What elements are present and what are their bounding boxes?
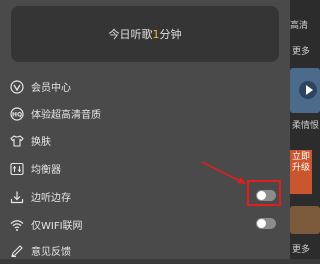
- side-drawer: 今日听歌1分钟 会员中心 HQ 体验超高清音质 换肤 均衡器 边听边存 仅WIF…: [0, 0, 290, 259]
- menu-item-vip-center[interactable]: 会员中心: [0, 74, 290, 100]
- menu-item-feedback[interactable]: 意见反馈: [0, 238, 290, 264]
- listen-minutes: 1: [152, 28, 160, 41]
- download-icon: [10, 189, 24, 204]
- listen-time-text: 今日听歌1分钟: [11, 26, 279, 42]
- bg-text-song: 柔情恨: [292, 121, 320, 131]
- promo-badge[interactable]: 立即升级: [290, 150, 312, 194]
- toggle-knob: [257, 219, 266, 228]
- background-app-panel: 高清 更多 柔情恨 立即升级 更多: [290, 0, 320, 259]
- wifi-only-toggle[interactable]: [256, 218, 276, 229]
- menu-item-hq-audio[interactable]: HQ 体验超高清音质: [0, 101, 290, 127]
- bg-text-more-2[interactable]: 更多: [292, 242, 310, 255]
- menu-item-skin[interactable]: 换肤: [0, 128, 290, 154]
- menu-label: 均衡器: [31, 165, 61, 176]
- bg-text-hd: 高清: [290, 21, 309, 31]
- equalizer-icon: [10, 161, 24, 176]
- annotation-arrow: [201, 161, 246, 184]
- shirt-icon: [10, 133, 24, 147]
- menu-label: 仅WIFI联网: [31, 221, 83, 232]
- listen-time-card[interactable]: 今日听歌1分钟: [11, 6, 279, 62]
- hq-icon: HQ: [10, 106, 24, 121]
- annotation-highlight-box: [247, 180, 281, 206]
- menu-label: 意见反馈: [31, 247, 71, 258]
- bg-album-thumb[interactable]: [290, 68, 320, 113]
- bg-album-thumb-2[interactable]: [290, 206, 320, 234]
- menu-label: 会员中心: [31, 83, 71, 94]
- pen-icon: [10, 243, 24, 257]
- menu-label: 换肤: [31, 137, 51, 148]
- listen-prefix: 今日听歌: [108, 28, 153, 41]
- vip-icon: [10, 79, 24, 94]
- menu-label: 边听边存: [31, 193, 71, 204]
- svg-text:HQ: HQ: [12, 112, 22, 119]
- bg-text-more[interactable]: 更多: [292, 44, 310, 57]
- wifi-icon: [10, 217, 24, 231]
- promo-badge-label: 立即升级: [291, 152, 310, 173]
- listen-suffix: 分钟: [159, 28, 182, 41]
- menu-label: 体验超高清音质: [31, 110, 101, 121]
- menu-item-wifi-only[interactable]: 仅WIFI联网: [0, 212, 290, 238]
